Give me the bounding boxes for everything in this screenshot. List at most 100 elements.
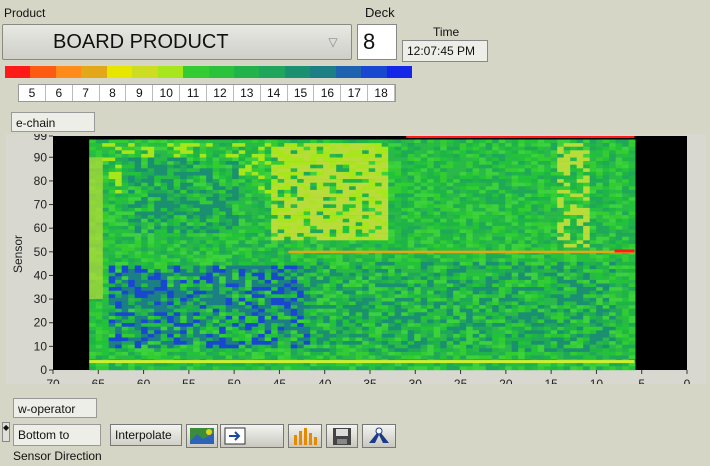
heatmap-cell (531, 279, 538, 284)
heatmap-cell (193, 276, 200, 281)
heatmap-cell (154, 305, 161, 309)
heatmap-cell (115, 261, 122, 266)
heatmap-cell (316, 139, 324, 144)
heatmap-cell (407, 200, 415, 205)
heatmap-cell (375, 276, 382, 281)
heatmap-cell (459, 301, 467, 306)
heatmap-cell (375, 157, 382, 162)
heatmap-cell (173, 193, 181, 198)
heatmap-cell (485, 297, 493, 302)
heatmap-cell (576, 240, 584, 245)
heatmap-cell (147, 326, 155, 331)
heatmap-cell (401, 254, 408, 259)
heatmap-cell (485, 355, 493, 360)
heatmap-cell (167, 305, 174, 309)
heatmap-cell (576, 168, 584, 173)
heatmap-cell (264, 218, 272, 223)
heatmap-cell (394, 348, 402, 353)
product-dropdown[interactable]: BOARD PRODUCT ▽ (2, 24, 352, 60)
heatmap-cell (414, 161, 421, 165)
heatmap-cell (297, 355, 304, 360)
heatmap-cell (446, 143, 454, 147)
heatmap-cell (498, 243, 506, 248)
heatmap-cell (583, 323, 590, 327)
heatmap-cell (381, 143, 389, 147)
heatmap-cell (394, 204, 402, 209)
heatmap-cell (531, 243, 538, 248)
heatmap-cell (492, 312, 499, 317)
heatmap-cell (492, 153, 499, 158)
heatmap-cell (524, 229, 532, 234)
heatmap-cell (427, 333, 434, 338)
heatmap-cell (401, 150, 408, 155)
heatmap-cell (134, 312, 142, 317)
heatmap-cell (394, 326, 402, 331)
heatmap-cell (511, 240, 519, 245)
heatmap-cell (336, 233, 343, 237)
heatmap-cell (134, 283, 142, 288)
heatmap-cell (160, 168, 168, 173)
heatmap-cell (368, 294, 376, 299)
heatmap-cell (251, 326, 259, 331)
heatmap-cell (420, 236, 428, 241)
heatmap-cell (108, 366, 116, 371)
heatmap-cell (589, 204, 597, 209)
heatmap-cell (154, 366, 161, 371)
heatmap-cell (277, 330, 285, 335)
heatmap-cell (141, 330, 148, 335)
heatmap-cell (524, 168, 532, 173)
heatmap-cell (206, 344, 213, 349)
heatmap-cell (245, 269, 252, 273)
heatmap-cell (297, 261, 304, 266)
heatmap-cell (381, 351, 389, 356)
heatmap-cell (485, 150, 493, 155)
heatmap-cell (544, 197, 551, 201)
heatmap-cell (368, 254, 376, 259)
heatmap-cell (505, 258, 512, 263)
heatmap-cell (154, 186, 161, 191)
heatmap-cell (485, 161, 493, 165)
heatmap-cell (589, 175, 597, 180)
heatmap-cell (199, 337, 207, 342)
heatmap-cell (173, 351, 181, 356)
heatmap-cell (173, 276, 181, 281)
heatmap-cell (589, 161, 597, 165)
heatmap-cell (570, 348, 577, 353)
heatmap-cell (576, 326, 584, 331)
heatmap-cell (141, 139, 148, 144)
heatmap-cell (557, 240, 564, 245)
heatmap-cell (141, 211, 148, 216)
heatmap-cell (349, 333, 356, 338)
heatmap-cell (108, 351, 116, 356)
heatmap-cell (108, 193, 116, 198)
heatmap-cell (498, 229, 506, 234)
heatmap-cell (297, 225, 304, 230)
heatmap-cell (368, 182, 376, 187)
heatmap-cell (505, 301, 512, 306)
heatmap-cell (420, 315, 428, 320)
heatmap-cell (290, 294, 298, 299)
heatmap-cell (563, 269, 571, 273)
heatmap-cell (524, 236, 532, 241)
heatmap-cell (589, 182, 597, 187)
heatmap-cell (316, 222, 324, 227)
heatmap-cell (433, 297, 441, 302)
heatmap-cell (557, 233, 564, 237)
heatmap-cell (498, 197, 506, 201)
deck-field[interactable]: 8 (357, 24, 397, 60)
heatmap-cell (427, 290, 434, 295)
heatmap-cell (511, 243, 519, 248)
heatmap-cell (524, 323, 532, 327)
heatmap-cell (193, 261, 200, 266)
heatmap-cell (576, 308, 584, 313)
dropdown-arrow-icon[interactable]: ▽ (319, 28, 347, 56)
heatmap-cell (264, 164, 272, 169)
heatmap-cell (284, 153, 291, 158)
heatmap-cell (193, 161, 200, 165)
heatmap-cell (459, 330, 467, 335)
heatmap-cell (368, 276, 376, 281)
heatmap-cell (225, 150, 233, 155)
heatmap-cell (524, 153, 532, 158)
heatmap-cell (180, 355, 187, 360)
heatmap-cell (524, 157, 532, 162)
